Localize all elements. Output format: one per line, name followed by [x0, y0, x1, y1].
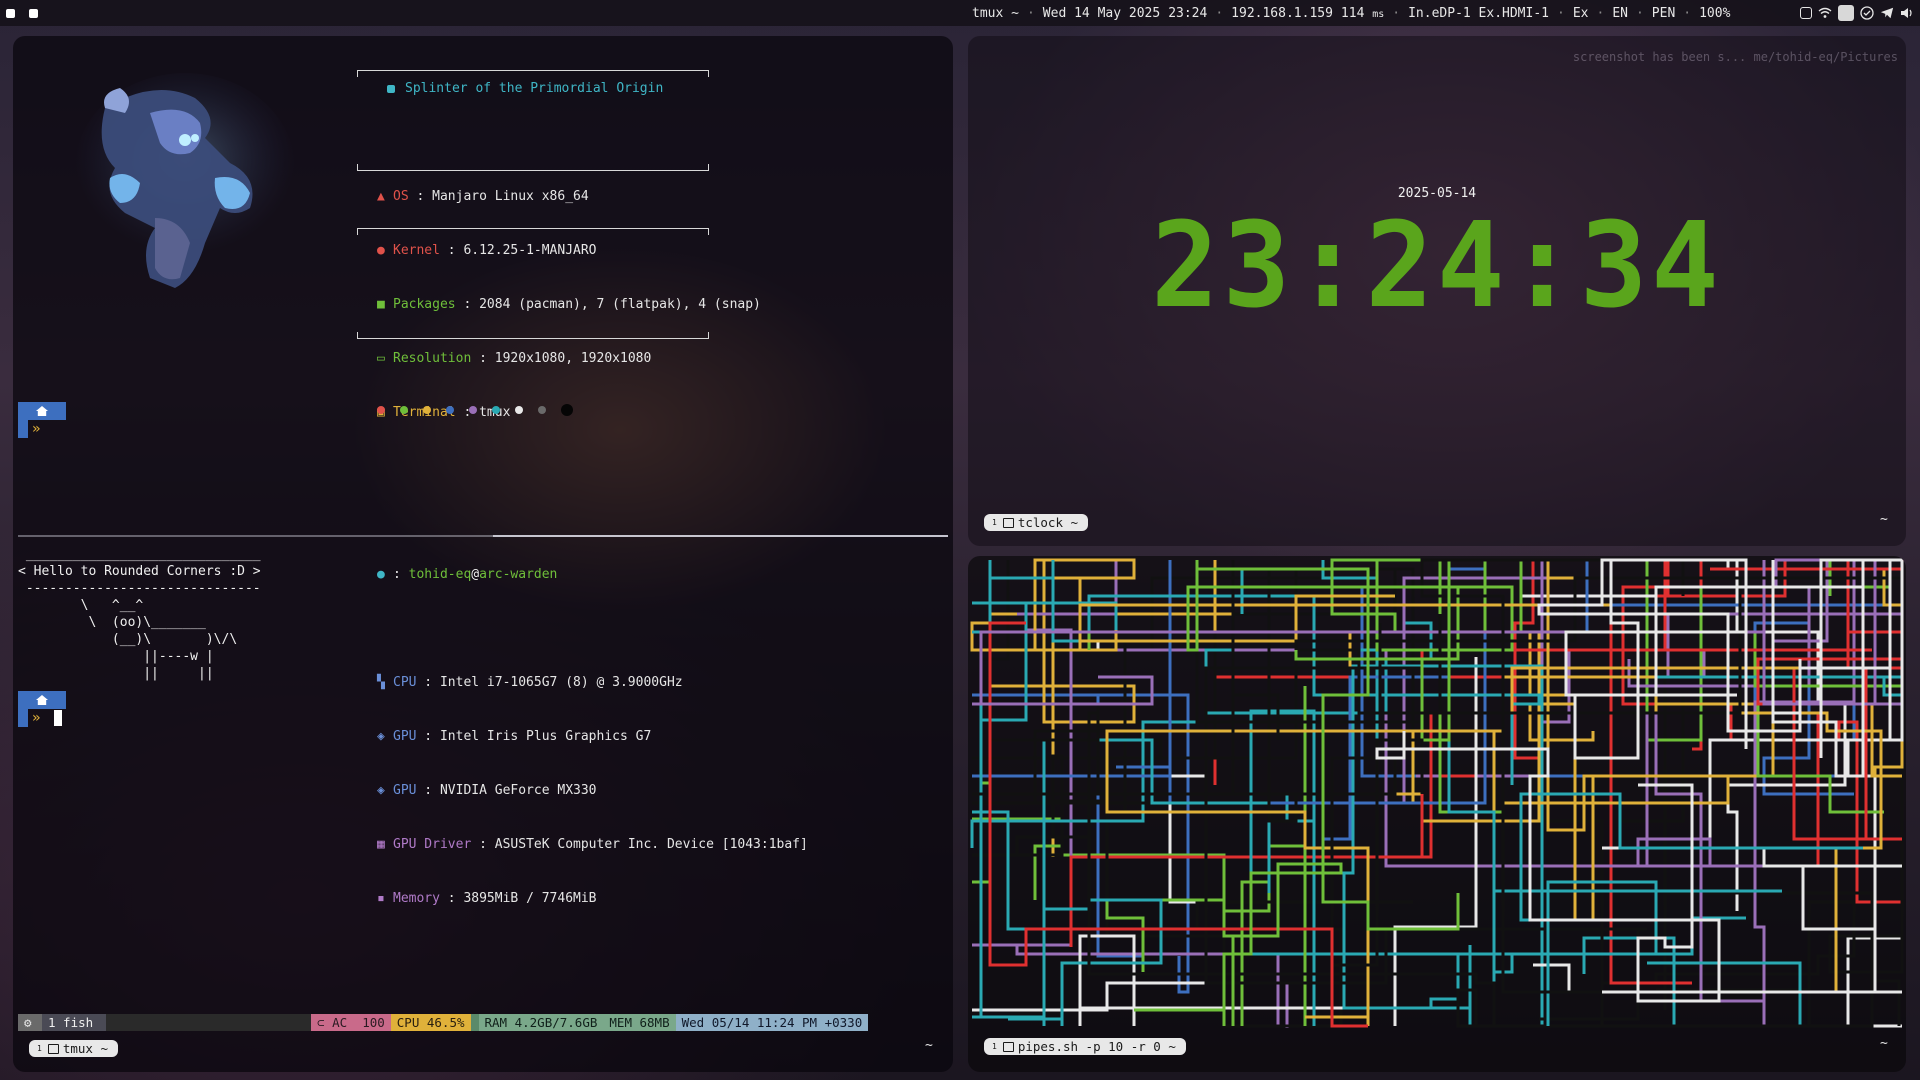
- system-info: Splinter of the Primordial Origin ▲ OS :…: [377, 44, 808, 944]
- clipboard-icon[interactable]: [1800, 7, 1812, 19]
- info-row-kernel: ● Kernel : 6.12.25-1-MANJARO: [377, 243, 597, 258]
- ex-mode[interactable]: Ex: [1573, 6, 1589, 21]
- palette-dot: [377, 406, 385, 414]
- info-row-cpu: ▚ CPU : Intel i7-1065G7 (8) @ 3.9000GHz: [377, 675, 683, 690]
- os-icon: ▲: [377, 189, 385, 204]
- tmux-title[interactable]: tmux ~: [972, 6, 1019, 21]
- palette-dot: [423, 406, 431, 414]
- palette-dot: [515, 406, 523, 414]
- ip-address: 192.168.1.159: [1231, 5, 1333, 21]
- palette-dot: [561, 404, 573, 416]
- info-row-memory: ▪ Memory : 3895MiB / 7746MiB: [377, 891, 597, 906]
- window-icon: [47, 1043, 59, 1054]
- user-icon: ●: [377, 567, 385, 582]
- user-host: ● : tohid-eq @ arc-warden: [377, 567, 558, 582]
- window-icon: [1002, 517, 1014, 528]
- time[interactable]: 23:24: [1168, 6, 1207, 21]
- frame-top: [357, 70, 709, 77]
- info-row-gpu-driver: ▦ GPU Driver : ASUSTeK Computer Inc. Dev…: [377, 837, 808, 852]
- palette-dot: [492, 406, 500, 414]
- pane-divider[interactable]: [18, 535, 948, 537]
- chevron-right-icon: »: [32, 710, 41, 726]
- battery-level[interactable]: 100%: [1699, 6, 1730, 21]
- plug-icon: ⊂: [317, 1015, 325, 1030]
- screenshot-notification: screenshot has been s... me/tohid-eq/Pic…: [1572, 50, 1898, 64]
- displays[interactable]: In.eDP-1 Ex.HDMI-1: [1408, 6, 1549, 21]
- frame-bottom: [357, 164, 709, 171]
- pane-dir-indicator: ~: [1880, 512, 1888, 527]
- shell-prompt: »: [18, 402, 66, 438]
- palette-dot: [538, 406, 546, 414]
- pane-title-tab[interactable]: 1 pipes.sh -p 10 -r 0 ~: [984, 1038, 1186, 1055]
- info-row-resolution: ▭ Resolution : 1920x1080, 1920x1080: [377, 351, 652, 366]
- info-row-os: ▲ OS : Manjaro Linux x86_64: [377, 189, 589, 204]
- status-datetime: Wed 05/14 11:24 PM +0330: [675, 1014, 869, 1031]
- cowsay-output: ______________________________ < Hello to…: [18, 547, 261, 681]
- top-bar: tmux ~ · Wed 14 May 2025 23:24 · 192.168…: [0, 0, 1920, 26]
- pipe-segment: [972, 558, 1902, 706]
- tmux-window-tab[interactable]: 1 fish: [42, 1014, 106, 1031]
- info-row-packages: ■ Packages : 2084 (pacman), 7 (flatpak),…: [377, 297, 761, 312]
- kernel-icon: ●: [377, 243, 385, 258]
- ascii-avatar-image: [75, 73, 295, 288]
- window-icon: [1002, 1041, 1014, 1052]
- palette-dot: [469, 406, 477, 414]
- cpu-icon: ▚: [377, 675, 385, 690]
- tmux-status-bar: ⚙ 1 fish ⊂ AC 100 CPU 46.5% RAM 4.2GB/7.…: [18, 1014, 948, 1031]
- pipes-pane[interactable]: 1 pipes.sh -p 10 -r 0 ~ ~: [968, 556, 1906, 1072]
- ac-status: ⊂ AC 100: [311, 1014, 391, 1031]
- keyboard-layout[interactable]: EN: [1612, 6, 1628, 21]
- pipe-segment: [1456, 927, 1901, 1028]
- memory-icon: ▪: [377, 891, 385, 906]
- cpu-usage: CPU 46.5%: [390, 1014, 471, 1031]
- pipe-segment: [1134, 862, 1343, 1026]
- volume-icon[interactable]: [1900, 6, 1914, 20]
- shell-prompt-active[interactable]: »: [18, 691, 66, 727]
- chevron-right-icon: »: [32, 421, 41, 437]
- check-icon[interactable]: [1860, 6, 1874, 20]
- pane-dir-indicator: ~: [1880, 1036, 1888, 1051]
- clock-pane[interactable]: screenshot has been s... me/tohid-eq/Pic…: [968, 36, 1906, 546]
- system-title: Splinter of the Primordial Origin: [405, 81, 664, 96]
- palette-dot: [400, 406, 408, 414]
- monitor-icon: ▭: [377, 351, 385, 366]
- home-icon: [18, 691, 66, 709]
- gpu-icon: ◈: [377, 783, 385, 798]
- cow-ascii: \ ^__^ \ (oo)\_______ (__)\ )\/\ ||----w…: [80, 598, 238, 681]
- gpu-icon: ◈: [377, 729, 385, 744]
- title-icon: [387, 85, 395, 93]
- clock-time: 23:24:34: [1151, 197, 1723, 335]
- date[interactable]: Wed 14 May 2025: [1043, 6, 1160, 21]
- telegram-icon[interactable]: [1880, 6, 1894, 20]
- frame-top: [357, 228, 709, 235]
- app-icon[interactable]: [1838, 5, 1854, 21]
- workspace-indicator-active[interactable]: [29, 8, 38, 18]
- pipe-segment: [972, 754, 1413, 1028]
- pipe-segment: [1195, 560, 1640, 1021]
- ram-usage: RAM 4.2GB/7.6GB: [478, 1014, 604, 1031]
- session-icon[interactable]: ⚙: [18, 1014, 42, 1031]
- pane-title-tab[interactable]: 1 tclock ~: [984, 514, 1089, 531]
- latency: 114 ms: [1340, 5, 1385, 21]
- color-palette: [377, 404, 573, 416]
- frame-bottom: [357, 332, 709, 339]
- wifi-icon[interactable]: [1818, 6, 1832, 20]
- pane-title-tab[interactable]: 1 tmux ~: [29, 1040, 118, 1057]
- driver-icon: ▦: [377, 837, 385, 852]
- pipes-animation: [970, 558, 1904, 1028]
- home-icon: [18, 402, 66, 420]
- text-cursor[interactable]: [54, 710, 62, 726]
- mem-usage: MEM 68MB: [603, 1014, 676, 1031]
- palette-dot: [446, 406, 454, 414]
- pen-indicator[interactable]: PEN: [1652, 6, 1675, 21]
- info-row-gpu1: ◈ GPU : Intel Iris Plus Graphics G7: [377, 729, 652, 744]
- workspace-indicator[interactable]: [6, 8, 15, 18]
- pipe-segment: [972, 601, 1163, 1026]
- cowsay-text: < Hello to Rounded Corners :D >: [18, 564, 261, 579]
- pane-dir-indicator: ~: [925, 1038, 933, 1053]
- info-row-gpu2: ◈ GPU : NVIDIA GeForce MX330: [377, 783, 597, 798]
- packages-icon: ■: [377, 297, 385, 312]
- terminal-pane-left[interactable]: Splinter of the Primordial Origin ▲ OS :…: [13, 36, 953, 1072]
